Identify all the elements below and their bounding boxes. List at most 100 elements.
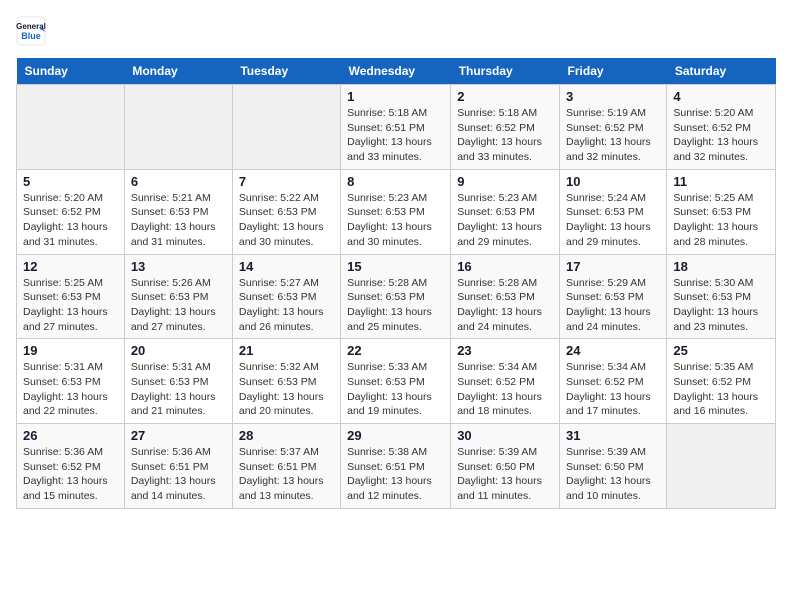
cell-sun-info: Sunrise: 5:29 AM Sunset: 6:53 PM Dayligh… [566, 276, 660, 335]
calendar-cell: 1Sunrise: 5:18 AM Sunset: 6:51 PM Daylig… [341, 85, 451, 170]
calendar-week-row: 26 Sunrise: 5:36 AM Sunset: 6:52 PM Dayli… [17, 424, 776, 509]
cell-sun-info: Sunrise: 5:34 AM Sunset: 6:52 PM Dayligh… [457, 360, 553, 419]
cell-date-number: 2 [457, 89, 553, 104]
weekday-header: Saturday [667, 58, 776, 85]
calendar-cell: 12 Sunrise: 5:25 AM Sunset: 6:53 PM Dayli… [17, 254, 125, 339]
logo-svg-icon: General Blue [16, 16, 46, 46]
calendar-cell [124, 85, 232, 170]
cell-date-number: 30 [457, 428, 553, 443]
cell-date-number: 21 [239, 343, 334, 358]
cell-sun-info: Sunrise: 5:37 AM Sunset: 6:51 PM Dayligh… [239, 445, 334, 504]
cell-sun-info: Sunrise: 5:28 AM Sunset: 6:53 PM Dayligh… [457, 276, 553, 335]
calendar-week-row: 5 Sunrise: 5:20 AM Sunset: 6:52 PM Daylig… [17, 169, 776, 254]
calendar-cell: 22 Sunrise: 5:33 AM Sunset: 6:53 PM Dayli… [341, 339, 451, 424]
calendar-cell: 7 Sunrise: 5:22 AM Sunset: 6:53 PM Daylig… [232, 169, 340, 254]
calendar-week-row: 12 Sunrise: 5:25 AM Sunset: 6:53 PM Dayli… [17, 254, 776, 339]
calendar-cell: 30 Sunrise: 5:39 AM Sunset: 6:50 PM Dayli… [451, 424, 560, 509]
cell-sun-info: Sunrise: 5:20 AM Sunset: 6:52 PM Dayligh… [23, 191, 118, 250]
cell-date-number: 16 [457, 259, 553, 274]
cell-date-number: 19 [23, 343, 118, 358]
cell-date-number: 24 [566, 343, 660, 358]
cell-sun-info: Sunrise: 5:22 AM Sunset: 6:53 PM Dayligh… [239, 191, 334, 250]
calendar-table: SundayMondayTuesdayWednesdayThursdayFrid… [16, 58, 776, 509]
calendar-cell: 3 Sunrise: 5:19 AM Sunset: 6:52 PM Daylig… [560, 85, 667, 170]
cell-sun-info: Sunrise: 5:23 AM Sunset: 6:53 PM Dayligh… [347, 191, 444, 250]
calendar-cell: 28 Sunrise: 5:37 AM Sunset: 6:51 PM Dayli… [232, 424, 340, 509]
cell-date-number: 8 [347, 174, 444, 189]
cell-sun-info: Sunrise: 5:39 AM Sunset: 6:50 PM Dayligh… [566, 445, 660, 504]
calendar-week-row: 19 Sunrise: 5:31 AM Sunset: 6:53 PM Dayli… [17, 339, 776, 424]
cell-sun-info: Sunrise: 5:31 AM Sunset: 6:53 PM Dayligh… [23, 360, 118, 419]
calendar-header: SundayMondayTuesdayWednesdayThursdayFrid… [17, 58, 776, 85]
cell-date-number: 6 [131, 174, 226, 189]
cell-date-number: 29 [347, 428, 444, 443]
weekday-header: Monday [124, 58, 232, 85]
page-header: General Blue [16, 16, 776, 46]
cell-sun-info: Sunrise: 5:23 AM Sunset: 6:53 PM Dayligh… [457, 191, 553, 250]
cell-sun-info: Sunrise: 5:36 AM Sunset: 6:51 PM Dayligh… [131, 445, 226, 504]
calendar-cell: 2 Sunrise: 5:18 AM Sunset: 6:52 PM Daylig… [451, 85, 560, 170]
calendar-cell: 14Sunrise: 5:27 AM Sunset: 6:53 PM Dayli… [232, 254, 340, 339]
calendar-cell: 31Sunrise: 5:39 AM Sunset: 6:50 PM Dayli… [560, 424, 667, 509]
cell-date-number: 11 [673, 174, 769, 189]
cell-date-number: 23 [457, 343, 553, 358]
calendar-cell: 20 Sunrise: 5:31 AM Sunset: 6:53 PM Dayli… [124, 339, 232, 424]
cell-date-number: 28 [239, 428, 334, 443]
calendar-week-row: 1Sunrise: 5:18 AM Sunset: 6:51 PM Daylig… [17, 85, 776, 170]
cell-date-number: 3 [566, 89, 660, 104]
cell-sun-info: Sunrise: 5:39 AM Sunset: 6:50 PM Dayligh… [457, 445, 553, 504]
cell-date-number: 5 [23, 174, 118, 189]
calendar-cell [232, 85, 340, 170]
cell-date-number: 27 [131, 428, 226, 443]
cell-date-number: 9 [457, 174, 553, 189]
cell-sun-info: Sunrise: 5:35 AM Sunset: 6:52 PM Dayligh… [673, 360, 769, 419]
cell-date-number: 18 [673, 259, 769, 274]
calendar-cell: 9 Sunrise: 5:23 AM Sunset: 6:53 PM Daylig… [451, 169, 560, 254]
cell-sun-info: Sunrise: 5:38 AM Sunset: 6:51 PM Dayligh… [347, 445, 444, 504]
calendar-cell [17, 85, 125, 170]
cell-date-number: 26 [23, 428, 118, 443]
calendar-cell: 16 Sunrise: 5:28 AM Sunset: 6:53 PM Dayli… [451, 254, 560, 339]
weekday-header: Friday [560, 58, 667, 85]
cell-sun-info: Sunrise: 5:33 AM Sunset: 6:53 PM Dayligh… [347, 360, 444, 419]
cell-sun-info: Sunrise: 5:18 AM Sunset: 6:52 PM Dayligh… [457, 106, 553, 165]
cell-sun-info: Sunrise: 5:19 AM Sunset: 6:52 PM Dayligh… [566, 106, 660, 165]
calendar-cell: 27 Sunrise: 5:36 AM Sunset: 6:51 PM Dayli… [124, 424, 232, 509]
calendar-cell: 5 Sunrise: 5:20 AM Sunset: 6:52 PM Daylig… [17, 169, 125, 254]
calendar-cell: 13Sunrise: 5:26 AM Sunset: 6:53 PM Dayli… [124, 254, 232, 339]
cell-date-number: 20 [131, 343, 226, 358]
weekday-header: Wednesday [341, 58, 451, 85]
cell-date-number: 10 [566, 174, 660, 189]
cell-date-number: 4 [673, 89, 769, 104]
cell-date-number: 15 [347, 259, 444, 274]
svg-text:Blue: Blue [21, 31, 41, 41]
cell-sun-info: Sunrise: 5:21 AM Sunset: 6:53 PM Dayligh… [131, 191, 226, 250]
cell-sun-info: Sunrise: 5:18 AM Sunset: 6:51 PM Dayligh… [347, 106, 444, 165]
cell-date-number: 25 [673, 343, 769, 358]
calendar-cell: 18 Sunrise: 5:30 AM Sunset: 6:53 PM Dayli… [667, 254, 776, 339]
cell-sun-info: Sunrise: 5:25 AM Sunset: 6:53 PM Dayligh… [23, 276, 118, 335]
cell-sun-info: Sunrise: 5:26 AM Sunset: 6:53 PM Dayligh… [131, 276, 226, 335]
calendar-cell: 10 Sunrise: 5:24 AM Sunset: 6:53 PM Dayli… [560, 169, 667, 254]
calendar-cell [667, 424, 776, 509]
cell-sun-info: Sunrise: 5:28 AM Sunset: 6:53 PM Dayligh… [347, 276, 444, 335]
calendar-cell: 15 Sunrise: 5:28 AM Sunset: 6:53 PM Dayli… [341, 254, 451, 339]
cell-sun-info: Sunrise: 5:32 AM Sunset: 6:53 PM Dayligh… [239, 360, 334, 419]
calendar-cell: 25 Sunrise: 5:35 AM Sunset: 6:52 PM Dayli… [667, 339, 776, 424]
calendar-cell: 4Sunrise: 5:20 AM Sunset: 6:52 PM Daylig… [667, 85, 776, 170]
cell-date-number: 22 [347, 343, 444, 358]
cell-sun-info: Sunrise: 5:36 AM Sunset: 6:52 PM Dayligh… [23, 445, 118, 504]
calendar-cell: 26 Sunrise: 5:36 AM Sunset: 6:52 PM Dayli… [17, 424, 125, 509]
calendar-cell: 17Sunrise: 5:29 AM Sunset: 6:53 PM Dayli… [560, 254, 667, 339]
calendar-cell: 6 Sunrise: 5:21 AM Sunset: 6:53 PM Daylig… [124, 169, 232, 254]
cell-sun-info: Sunrise: 5:31 AM Sunset: 6:53 PM Dayligh… [131, 360, 226, 419]
cell-date-number: 7 [239, 174, 334, 189]
weekday-header: Thursday [451, 58, 560, 85]
cell-sun-info: Sunrise: 5:30 AM Sunset: 6:53 PM Dayligh… [673, 276, 769, 335]
calendar-cell: 11Sunrise: 5:25 AM Sunset: 6:53 PM Dayli… [667, 169, 776, 254]
logo: General Blue [16, 16, 46, 46]
cell-date-number: 14 [239, 259, 334, 274]
cell-date-number: 12 [23, 259, 118, 274]
calendar-cell: 23 Sunrise: 5:34 AM Sunset: 6:52 PM Dayli… [451, 339, 560, 424]
cell-sun-info: Sunrise: 5:24 AM Sunset: 6:53 PM Dayligh… [566, 191, 660, 250]
